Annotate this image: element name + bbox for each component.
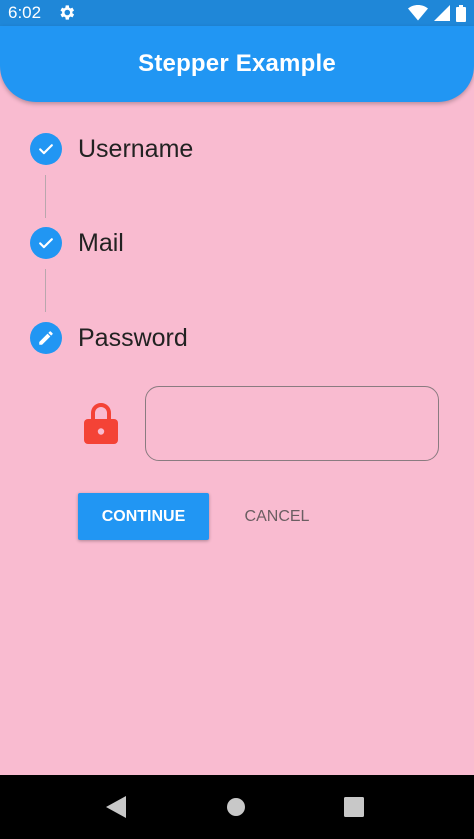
cancel-button[interactable]: CANCEL (226, 493, 328, 540)
battery-icon (456, 4, 466, 22)
step-title: Mail (78, 228, 124, 257)
app-content: Stepper Example Username Mail Password C… (0, 26, 474, 775)
status-bar: 6:02 (0, 0, 474, 26)
app-bar: Stepper Example (0, 26, 474, 102)
step-title: Password (78, 323, 188, 352)
pencil-icon (39, 331, 53, 345)
step-complete-badge (30, 133, 62, 165)
signal-icon (434, 5, 450, 21)
step-connector (45, 175, 46, 218)
step-title: Username (78, 134, 194, 163)
status-time: 6:02 (8, 3, 42, 22)
step-connector (45, 269, 46, 312)
lock-icon (84, 403, 118, 444)
wifi-icon (408, 5, 428, 21)
back-icon[interactable] (106, 796, 126, 818)
continue-button[interactable]: CONTINUE (78, 493, 209, 540)
home-icon[interactable] (226, 797, 246, 817)
step-mail[interactable]: Mail (30, 227, 124, 259)
status-icons (408, 4, 466, 22)
recents-icon[interactable] (344, 797, 364, 817)
step-username[interactable]: Username (30, 133, 193, 165)
check-icon (39, 144, 53, 155)
navigation-bar (0, 775, 474, 839)
gear-icon (60, 5, 75, 20)
step-password[interactable]: Password (30, 322, 188, 354)
step-complete-badge (30, 227, 62, 259)
check-icon (39, 238, 53, 249)
password-input[interactable] (145, 386, 439, 461)
step-editing-badge (30, 322, 62, 354)
app-title: Stepper Example (138, 50, 336, 77)
